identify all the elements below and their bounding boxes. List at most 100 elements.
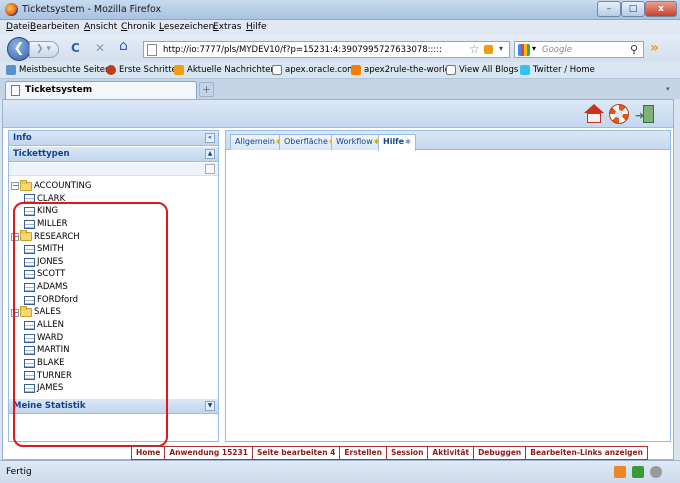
tree-leaf-label: TURNER bbox=[37, 370, 72, 381]
url-text[interactable]: http://io:7777/pls/MYDEV10/f?p=15231:4:3… bbox=[163, 45, 442, 55]
logout-icon[interactable]: ➜ bbox=[635, 104, 655, 124]
tree-leaf-node[interactable]: BLAKE bbox=[11, 357, 216, 370]
tree-toolbar bbox=[9, 163, 218, 176]
forward-button[interactable]: ❯ ▾ bbox=[29, 41, 59, 58]
left-panel: Info « Tickettypen ▲ − ACCOUNTING CLARK KIN… bbox=[8, 130, 219, 447]
tab-list-icon[interactable]: ▾ bbox=[666, 85, 670, 93]
search-engine-dropdown-icon[interactable]: ▾ bbox=[532, 44, 536, 53]
tree-leaf-node[interactable]: ADAMS bbox=[11, 281, 216, 294]
bookmark-star-icon[interactable]: ☆ bbox=[469, 42, 480, 56]
tree-leaf-node[interactable]: KING bbox=[11, 205, 216, 218]
tree-folder-node[interactable]: − RESEARCH bbox=[11, 230, 216, 244]
dev-session-link[interactable]: Session bbox=[387, 447, 429, 459]
collapse-toggle-icon[interactable]: − bbox=[11, 182, 19, 191]
tree-leaf-node[interactable]: TURNER bbox=[11, 370, 216, 383]
tab-close-icon[interactable]: ✱ bbox=[405, 138, 411, 146]
reload-icon[interactable]: C bbox=[71, 42, 80, 54]
firebug-icon[interactable] bbox=[650, 466, 662, 478]
tickettypen-tree: − ACCOUNTING CLARK KING MILLER − RESEARCH SMITH… bbox=[11, 179, 216, 395]
tree-leaf-label: MARTIN bbox=[37, 345, 70, 356]
menu-chronik[interactable]: Chronik bbox=[121, 22, 155, 32]
tree-leaf-node[interactable]: MARTIN bbox=[11, 344, 216, 357]
tree-leaf-node[interactable]: ALLEN bbox=[11, 319, 216, 332]
menu-datei[interactable]: Datei bbox=[6, 22, 30, 32]
home-icon[interactable]: ⌂ bbox=[119, 39, 128, 53]
page-content: ➜ Info « Tickettypen ▲ − ACCOUNTING CLARK K… bbox=[2, 99, 674, 460]
dev-anwendung-link[interactable]: Anwendung 15231 bbox=[165, 447, 253, 459]
tickettypen-panel-header[interactable]: Tickettypen ▲ bbox=[9, 147, 218, 162]
close-window-button[interactable]: x bbox=[645, 1, 677, 17]
info-panel-header[interactable]: Info « bbox=[9, 131, 218, 146]
history-dropdown-icon[interactable]: ▾ bbox=[499, 44, 503, 53]
google-icon[interactable] bbox=[518, 44, 530, 56]
page-bookmark-icon bbox=[272, 65, 282, 75]
document-icon bbox=[24, 346, 35, 356]
maximize-button[interactable]: □ bbox=[621, 1, 645, 17]
tree-leaf-label: MILLER bbox=[37, 218, 68, 229]
browser-tab-ticketsystem[interactable]: Ticketsystem bbox=[5, 81, 197, 99]
page-icon bbox=[11, 85, 20, 96]
menu-hilfe[interactable]: Hilfe bbox=[246, 22, 267, 32]
tree-folder-node[interactable]: − SALES bbox=[11, 306, 216, 319]
bookmark-twitter[interactable]: Twitter / Home bbox=[533, 65, 595, 75]
dev-edit-links-link[interactable]: Bearbeiten-Links anzeigen bbox=[526, 447, 647, 459]
tab-workflow-label: Workflow bbox=[336, 137, 373, 146]
tree-leaf-label: CLARK bbox=[37, 193, 66, 204]
search-icon[interactable]: ⚲ bbox=[630, 43, 638, 56]
tree-leaf-node[interactable]: MILLER bbox=[11, 218, 216, 231]
dev-debuggen-link[interactable]: Debuggen bbox=[474, 447, 527, 459]
tree-leaf-node[interactable]: SMITH bbox=[11, 243, 216, 256]
tree-leaf-node[interactable]: JAMES bbox=[11, 382, 216, 395]
stop-icon[interactable]: ✕ bbox=[95, 42, 105, 54]
search-input[interactable]: Google bbox=[542, 45, 572, 55]
search-bar[interactable]: ▾ Google ⚲ bbox=[514, 41, 644, 58]
bookmark-view-all-blogs[interactable]: View All Blogs bbox=[459, 65, 518, 75]
menu-bearbeiten[interactable]: Bearbeiten bbox=[30, 22, 79, 32]
more-tools-icon[interactable]: » bbox=[650, 40, 659, 56]
new-tab-button[interactable]: + bbox=[199, 82, 214, 97]
collapse-toggle-icon[interactable]: − bbox=[11, 308, 19, 317]
menu-lesezeichen[interactable]: Lesezeichen bbox=[159, 22, 214, 32]
dev-erstellen-link[interactable]: Erstellen bbox=[340, 447, 387, 459]
collapse-up-icon[interactable]: ▲ bbox=[205, 149, 215, 159]
browser-tab-bar: Ticketsystem + ▾ bbox=[0, 79, 680, 99]
info-panel-title: Info bbox=[13, 133, 32, 143]
tab-workflow[interactable]: Workflow✱ bbox=[331, 134, 385, 150]
dev-home-link[interactable]: Home bbox=[132, 447, 166, 459]
addon-icon[interactable] bbox=[632, 466, 644, 478]
tab-hilfe[interactable]: Hilfe✱ bbox=[378, 134, 416, 151]
collapse-left-icon[interactable]: « bbox=[205, 133, 215, 143]
back-button[interactable]: ❮ bbox=[7, 37, 31, 61]
tree-leaf-node[interactable]: WARD bbox=[11, 332, 216, 345]
navigation-toolbar: ❮ ❯ ▾ C ✕ ⌂ http://io:7777/pls/MYDEV10/f… bbox=[0, 35, 680, 62]
address-bar[interactable]: http://io:7777/pls/MYDEV10/f?p=15231:4:3… bbox=[143, 41, 510, 58]
rss-icon[interactable] bbox=[484, 45, 493, 54]
tree-leaf-node[interactable]: JONES bbox=[11, 256, 216, 269]
bookmark-erste-schritte[interactable]: Erste Schritte bbox=[119, 65, 177, 75]
bookmark-aktuelle-nachrichten[interactable]: Aktuelle Nachrichten bbox=[187, 65, 276, 75]
collapse-toggle-icon[interactable]: − bbox=[11, 232, 19, 241]
tree-leaf-node[interactable]: SCOTT bbox=[11, 268, 216, 281]
menu-ansicht[interactable]: Ansicht bbox=[84, 22, 117, 32]
bookmark-apex-oracle[interactable]: apex.oracle.com bbox=[285, 65, 355, 75]
tab-allgemein-label: Allgemein bbox=[235, 137, 275, 146]
menu-extras[interactable]: Extras bbox=[213, 22, 241, 32]
bookmark-meistbesuchte[interactable]: Meistbesuchte Seiten bbox=[19, 65, 110, 75]
tree-leaf-node[interactable]: FORDford bbox=[11, 294, 216, 307]
dev-aktivitaet-link[interactable]: Aktivität bbox=[428, 447, 475, 459]
tree-leaf-node[interactable]: CLARK bbox=[11, 193, 216, 206]
blogger-icon bbox=[351, 65, 361, 75]
tree-leaf-label: WARD bbox=[37, 332, 64, 343]
tree-options-icon[interactable] bbox=[205, 164, 215, 174]
bookmark-apex2rule[interactable]: apex2rule-the-world bbox=[364, 65, 450, 75]
lifebuoy-help-icon[interactable] bbox=[609, 104, 629, 124]
expand-down-icon[interactable]: ▼ bbox=[205, 401, 215, 411]
dev-seite-bearbeiten-link[interactable]: Seite bearbeiten 4 bbox=[253, 447, 341, 459]
tree-leaf-label: JAMES bbox=[37, 383, 64, 394]
addon-icon[interactable] bbox=[614, 466, 626, 478]
minimize-button[interactable]: – bbox=[597, 1, 621, 17]
statistik-panel-title: Meine Statistik bbox=[13, 401, 86, 411]
tree-folder-node[interactable]: − ACCOUNTING bbox=[11, 179, 216, 193]
statistik-panel-header[interactable]: Meine Statistik ▼ bbox=[9, 399, 218, 414]
app-home-icon[interactable] bbox=[584, 104, 604, 124]
